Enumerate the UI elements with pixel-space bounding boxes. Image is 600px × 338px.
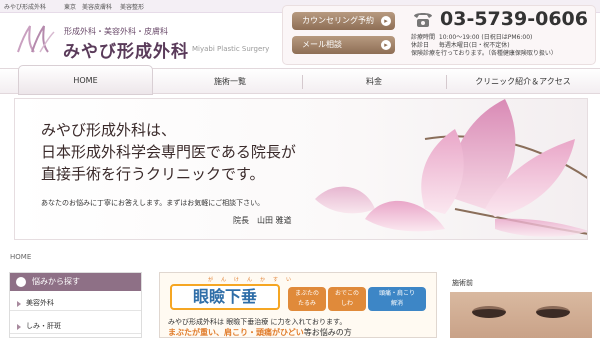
phone-icon bbox=[414, 13, 432, 27]
hero-heading-line-2: 日本形成外科学会専門医である院長が bbox=[41, 143, 296, 161]
feature-tag: おでこの しわ bbox=[328, 287, 366, 311]
counseling-button-label: カウンセリング予約 bbox=[302, 16, 374, 25]
feature-tag: まぶたの たるみ bbox=[288, 287, 326, 311]
mail-consultation-button[interactable]: メール相談 ▸ bbox=[292, 36, 395, 54]
before-photo-panel: 施術前 bbox=[450, 272, 592, 338]
nav-home[interactable]: HOME bbox=[18, 65, 153, 95]
ptosis-feature-banner[interactable]: がんけんかすい 眼瞼下垂 まぶたの たるみ おでこの しわ 頭痛・肩こり 解消 … bbox=[159, 272, 437, 338]
before-eyes-photo bbox=[450, 292, 592, 338]
logo-subtitle: 形成外科・美容外科・皮膚科 bbox=[64, 27, 168, 36]
arrow-right-icon: ▸ bbox=[381, 40, 391, 50]
feature-tag: 頭痛・肩こり 解消 bbox=[368, 287, 426, 311]
sidebar-heading-label: 悩みから探す bbox=[32, 277, 80, 286]
nav-pricing[interactable]: 料金 bbox=[304, 69, 444, 95]
logo-english: Miyabi Plastic Surgery bbox=[192, 45, 270, 53]
sidebar-heading: 悩みから探す bbox=[10, 273, 141, 291]
nav-divider bbox=[302, 75, 303, 89]
breadcrumb[interactable]: HOME bbox=[10, 253, 31, 261]
global-nav: HOME 施術一覧 料金 クリニック紹介＆アクセス bbox=[0, 65, 600, 95]
feature-title: 眼瞼下垂 bbox=[170, 284, 280, 310]
before-label: 施術前 bbox=[452, 279, 473, 287]
sidebar-item-spots-melasma[interactable]: しみ・肝斑 bbox=[10, 318, 141, 334]
hero-message: あなたのお悩みに丁寧にお答えします。まずはお気軽にご相談下さい。 bbox=[41, 199, 265, 207]
arrow-right-icon: ▸ bbox=[381, 16, 391, 26]
feature-text: まぶたが重い、肩こり・頭痛がひどい等お悩みの方 bbox=[168, 327, 352, 337]
eye-image bbox=[472, 306, 506, 318]
magnolia-flower-image bbox=[315, 99, 587, 237]
eye-image bbox=[536, 306, 570, 318]
hero-heading-line-3: 直接手術を行うクリニックです。 bbox=[41, 165, 265, 183]
nav-divider bbox=[446, 75, 447, 89]
feature-ruby: がんけんかすい bbox=[208, 277, 300, 283]
sidebar-concern-search: 悩みから探す 美容外科 しみ・肝斑 bbox=[9, 272, 142, 338]
phone-number[interactable]: 03-5739-0606 bbox=[440, 8, 588, 30]
topbar-link[interactable]: 美容皮膚科 bbox=[82, 2, 112, 11]
topbar-link[interactable]: 東京 bbox=[64, 2, 76, 11]
feature-text: みやび形成外科は 眼瞼下垂治療 に力を入れております。 bbox=[168, 318, 347, 326]
nav-clinic-access[interactable]: クリニック紹介＆アクセス bbox=[448, 69, 598, 95]
topbar-link[interactable]: 美容整形 bbox=[120, 2, 144, 11]
hero-signature: 院長 山田 雅道 bbox=[233, 216, 292, 225]
insurance-text: 保険診療を行っております。（各種健康保険取り扱い） bbox=[411, 50, 557, 57]
hero-banner: みやび形成外科は、 日本形成外科学会専門医である院長が 直接手術を行うクリニック… bbox=[14, 98, 588, 240]
mail-button-label: メール相談 bbox=[302, 40, 342, 49]
topbar-text: みやび形成外科 bbox=[4, 4, 47, 11]
search-icon bbox=[16, 277, 26, 287]
feature-text-rest: 等お悩みの方 bbox=[303, 328, 352, 337]
feature-highlight: まぶたが重い、肩こり・頭痛がひどい bbox=[168, 328, 304, 337]
nav-treatments[interactable]: 施術一覧 bbox=[160, 69, 300, 95]
logo-icon[interactable] bbox=[14, 22, 58, 54]
counseling-reservation-button[interactable]: カウンセリング予約 ▸ bbox=[292, 12, 395, 30]
hero-heading-line-1: みやび形成外科は、 bbox=[41, 121, 177, 139]
logo-title[interactable]: みやび形成外科 bbox=[63, 37, 189, 62]
sidebar-item-cosmetic-surgery[interactable]: 美容外科 bbox=[10, 295, 141, 311]
